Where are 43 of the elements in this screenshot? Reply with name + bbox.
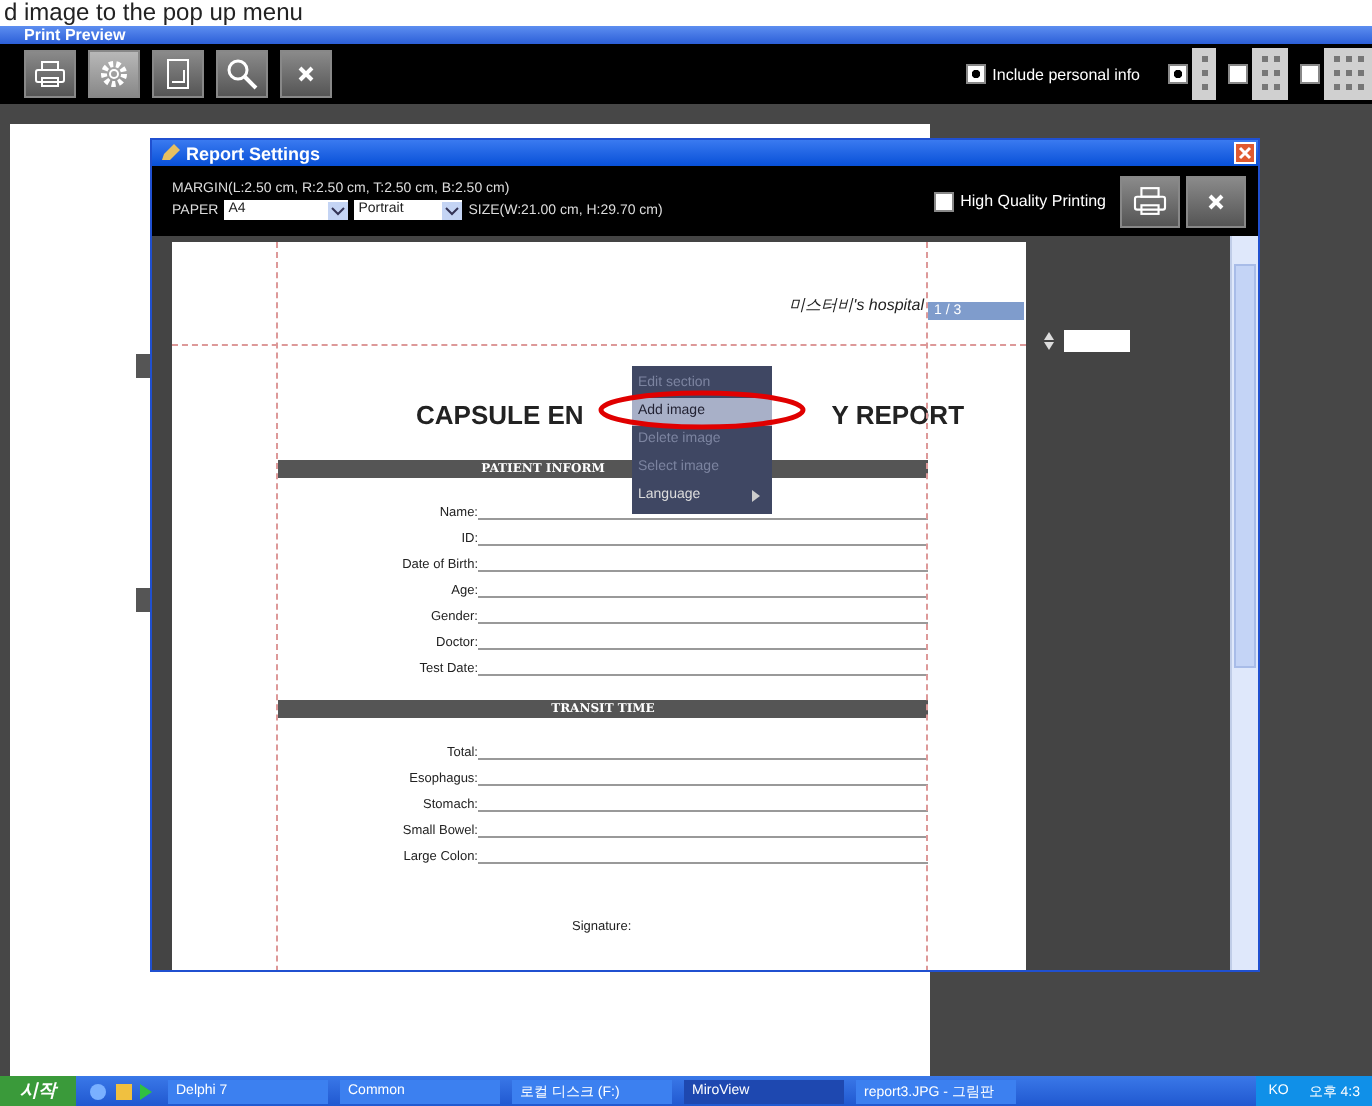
printer-icon (34, 60, 66, 88)
spinner-icon[interactable] (1044, 332, 1054, 350)
dialog-title: Report Settings (186, 143, 321, 163)
quick-launch-icons[interactable] (88, 1081, 156, 1101)
scrollbar[interactable] (1230, 236, 1258, 970)
zoom-button[interactable] (216, 50, 268, 98)
window-title: Print Preview (24, 26, 126, 44)
report-title: Y REPORT (831, 398, 965, 434)
page-button[interactable] (152, 50, 204, 98)
layout-checkbox[interactable] (1228, 64, 1248, 84)
report-title: CAPSULE EN (416, 398, 584, 434)
close-icon (1238, 146, 1252, 160)
search-icon (226, 58, 258, 90)
dropdown-arrow-icon (328, 201, 349, 219)
settings-button[interactable] (88, 50, 140, 98)
pencil-icon (160, 144, 180, 162)
dropdown-arrow-icon (442, 201, 463, 219)
scroll-thumb[interactable] (1234, 264, 1256, 668)
checkbox[interactable] (966, 64, 987, 84)
submenu-arrow-icon (752, 490, 760, 502)
layout-icon (1192, 48, 1216, 100)
print-button[interactable] (1120, 175, 1180, 227)
close-icon (296, 64, 316, 84)
checkbox-label: Include personal info (992, 65, 1140, 83)
checkbox[interactable] (934, 191, 955, 211)
page-icon (166, 58, 190, 90)
gear-icon (98, 58, 130, 90)
print-button[interactable] (24, 50, 76, 98)
hospital-name: 미스터비's hospital (789, 294, 924, 316)
checkbox-label: High Quality Printing (960, 192, 1106, 210)
layout-checkbox[interactable] (1168, 64, 1188, 84)
printer-icon (1132, 186, 1168, 216)
close-icon (1206, 191, 1226, 211)
layout-checkbox[interactable] (1300, 64, 1320, 84)
close-button[interactable] (1186, 175, 1246, 227)
close-button[interactable] (280, 50, 332, 98)
layout-icon (1252, 48, 1288, 100)
caption-text: d image to the pop up menu (2, 0, 305, 26)
page-marker (136, 588, 150, 612)
input-field[interactable] (1064, 330, 1130, 352)
layout-icon (1324, 48, 1372, 100)
page-marker (136, 354, 150, 378)
start-button[interactable]: 시작 (0, 1076, 76, 1106)
